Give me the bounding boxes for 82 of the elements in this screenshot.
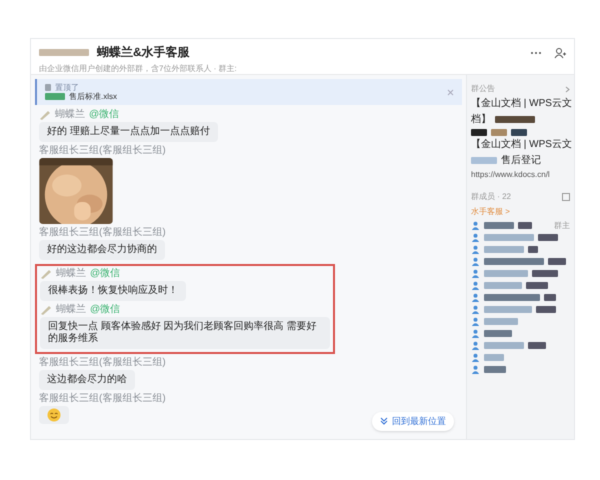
redacted-block xyxy=(532,270,558,277)
sender-name: 蝴蝶兰 xyxy=(56,305,86,315)
redacted-block xyxy=(484,270,528,277)
person-icon xyxy=(471,353,480,362)
redacted-block xyxy=(484,222,514,229)
person-icon xyxy=(471,245,480,254)
more-icon[interactable] xyxy=(530,51,542,55)
redacted-block xyxy=(484,342,524,349)
jump-to-latest-button[interactable]: 回到最新位置 xyxy=(372,412,454,431)
person-icon xyxy=(471,233,480,242)
wechat-tag: @微信 xyxy=(90,269,120,279)
close-icon[interactable] xyxy=(447,88,454,96)
announcement-text: https://www.kdocs.cn/l xyxy=(471,170,550,180)
double-chevron-icon xyxy=(380,417,388,426)
members-title: 群成员 · 22 xyxy=(471,191,512,203)
pinned-banner[interactable]: 置顶了 售后标准.xlsx xyxy=(35,79,462,105)
avatar-icon xyxy=(40,269,52,279)
add-member-icon[interactable] xyxy=(554,47,566,59)
redacted-block xyxy=(484,318,518,325)
person-icon xyxy=(471,365,480,374)
list-icon[interactable] xyxy=(562,193,570,201)
redacted-block xyxy=(484,306,532,313)
sender-name: 蝴蝶兰 xyxy=(56,269,86,279)
redacted-block xyxy=(484,246,524,253)
announcement-text: 【金山文档 | WPS云文 xyxy=(471,139,572,152)
sender-name: 客服组长三组(客服组长三组) xyxy=(39,358,166,368)
person-icon xyxy=(471,329,480,338)
redacted-block xyxy=(536,306,556,313)
person-icon xyxy=(471,281,480,290)
chevron-right-icon[interactable] xyxy=(565,86,570,92)
redacted-block xyxy=(484,282,522,289)
sender-name: 客服组长三组(客服组长三组) xyxy=(39,228,166,238)
redacted-block xyxy=(484,234,534,241)
person-icon xyxy=(471,341,480,350)
owner-label: 群主 xyxy=(554,220,570,232)
redacted-block xyxy=(484,366,506,373)
pinned-label: 置顶了 xyxy=(55,84,79,92)
redacted-block xyxy=(548,258,566,265)
person-icon xyxy=(471,293,480,302)
redacted-block xyxy=(528,246,538,253)
announcement-text: 【金山文档 | WPS云文 xyxy=(471,98,572,110)
announcement-title: 群公告 xyxy=(471,83,495,95)
wechat-tag: @微信 xyxy=(89,110,120,120)
sender-name: 客服组长三组(客服组长三组) xyxy=(39,146,166,156)
chat-title: 蝴蝶兰&水手客服 xyxy=(97,44,190,61)
redacted-block xyxy=(45,93,65,100)
redacted-block xyxy=(45,84,51,91)
message-bubble: 好的 理赔上尽量一点点加一点点赔付 xyxy=(39,122,218,142)
announcement-text: 档】 xyxy=(471,114,491,126)
redacted-block xyxy=(538,234,558,241)
sender-name: 蝴蝶兰 xyxy=(55,110,85,120)
person-icon xyxy=(471,269,480,278)
redacted-block xyxy=(39,48,89,56)
redacted-block xyxy=(491,129,507,136)
redacted-block xyxy=(511,129,527,136)
person-icon xyxy=(471,257,480,266)
announcement-text: 售后登记 xyxy=(501,154,541,167)
redacted-block xyxy=(518,222,532,229)
redacted-block xyxy=(484,294,540,301)
redacted-block xyxy=(484,258,544,265)
redacted-block xyxy=(526,282,548,289)
person-icon xyxy=(471,221,480,230)
person-icon xyxy=(471,305,480,314)
redacted-block xyxy=(484,330,512,337)
pinned-file: 售后标准.xlsx xyxy=(69,92,117,100)
person-icon xyxy=(471,317,480,326)
smiley-icon xyxy=(47,408,61,422)
message-bubble: 很棒表扬！恢复快响应及时！ xyxy=(40,281,186,301)
message-bubble: 回复快一点 顾客体验感好 因为我们老顾客回购率很高 需要好的服务维系 xyxy=(40,317,330,349)
redacted-block xyxy=(528,342,546,349)
chat-subtitle: 由企业微信用户创建的外部群，含7位外部联系人 · 群主: xyxy=(39,63,238,75)
redacted-block xyxy=(471,157,497,164)
sender-name: 客服组长三组(客服组长三组) xyxy=(39,394,166,404)
wechat-tag: @微信 xyxy=(90,305,120,315)
avatar-icon xyxy=(39,110,51,120)
avatar-icon xyxy=(40,305,52,315)
message-bubble: 好的这边都会尽力协商的 xyxy=(39,240,165,260)
redacted-block xyxy=(471,129,487,136)
redacted-block xyxy=(495,116,535,124)
message-bubble: 这边都会尽力的哈 xyxy=(39,370,135,390)
redacted-block xyxy=(544,294,556,301)
redacted-block xyxy=(484,354,504,361)
